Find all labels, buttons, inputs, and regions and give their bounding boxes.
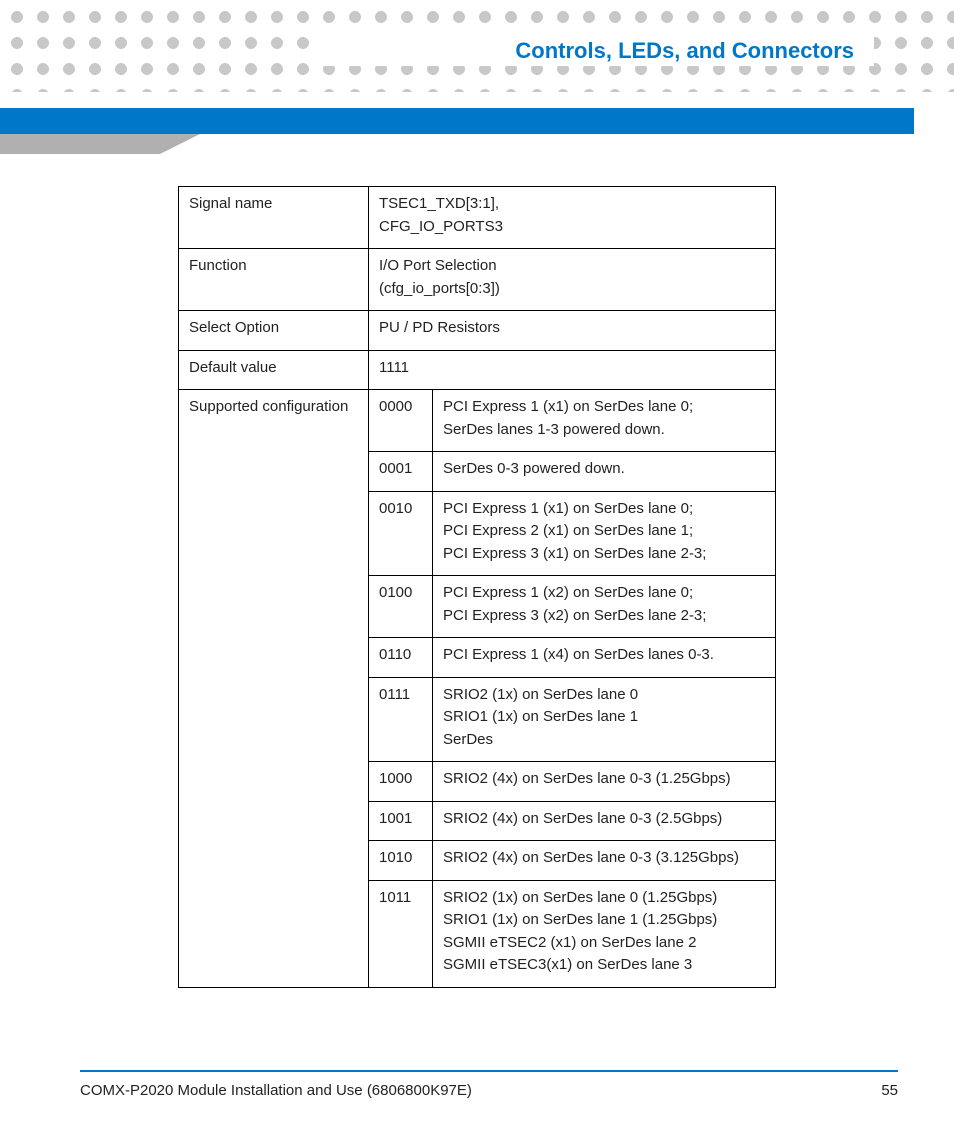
cell-config-code: 0110 <box>369 638 433 678</box>
cell-config-desc: SRIO2 (1x) on SerDes lane 0 (1.25Gbps)SR… <box>433 880 776 987</box>
cell-config-code: 1011 <box>369 880 433 987</box>
footer-doc-title: COMX-P2020 Module Installation and Use (… <box>80 1082 472 1099</box>
cell-config-code: 0000 <box>369 390 433 452</box>
cell-value: 1111 <box>369 350 776 390</box>
cell-config-desc: SRIO2 (4x) on SerDes lane 0-3 (3.125Gbps… <box>433 841 776 881</box>
cell-config-code: 1010 <box>369 841 433 881</box>
cell-value: PU / PD Resistors <box>369 311 776 351</box>
row-signal-name: Signal nameTSEC1_TXD[3:1],CFG_IO_PORTS3 <box>179 187 776 249</box>
cell-config-desc: SRIO2 (1x) on SerDes lane 0SRIO1 (1x) on… <box>433 677 776 762</box>
cell-config-code: 0111 <box>369 677 433 762</box>
cell-config-code: 0010 <box>369 491 433 576</box>
header-gray-wedge <box>0 134 200 154</box>
cell-supported-label: Supported configuration <box>179 390 369 988</box>
config-table-container: Signal nameTSEC1_TXD[3:1],CFG_IO_PORTS3F… <box>178 186 776 988</box>
cell-config-code: 1001 <box>369 801 433 841</box>
section-title: Controls, LEDs, and Connectors <box>515 38 854 64</box>
cell-config-desc: PCI Express 1 (x4) on SerDes lanes 0-3. <box>433 638 776 678</box>
cell-config-desc: PCI Express 1 (x1) on SerDes lane 0;PCI … <box>433 491 776 576</box>
cell-config-desc: SerDes 0-3 powered down. <box>433 452 776 492</box>
row-default-value: Default value1111 <box>179 350 776 390</box>
cell-label: Signal name <box>179 187 369 249</box>
row-config: Supported configuration0000PCI Express 1… <box>179 390 776 452</box>
cell-label: Select Option <box>179 311 369 351</box>
cell-config-desc: SRIO2 (4x) on SerDes lane 0-3 (1.25Gbps) <box>433 762 776 802</box>
cell-label: Function <box>179 249 369 311</box>
cell-label: Default value <box>179 350 369 390</box>
cell-config-code: 0001 <box>369 452 433 492</box>
row-select-option: Select OptionPU / PD Resistors <box>179 311 776 351</box>
cell-config-desc: SRIO2 (4x) on SerDes lane 0-3 (2.5Gbps) <box>433 801 776 841</box>
cell-value: I/O Port Selection (cfg_io_ports[0:3]) <box>369 249 776 311</box>
cell-config-code: 1000 <box>369 762 433 802</box>
config-table: Signal nameTSEC1_TXD[3:1],CFG_IO_PORTS3F… <box>178 186 776 988</box>
cell-config-desc: PCI Express 1 (x1) on SerDes lane 0;SerD… <box>433 390 776 452</box>
cell-value: TSEC1_TXD[3:1],CFG_IO_PORTS3 <box>369 187 776 249</box>
footer-page-number: 55 <box>881 1082 898 1099</box>
row-function: FunctionI/O Port Selection (cfg_io_ports… <box>179 249 776 311</box>
cell-config-code: 0100 <box>369 576 433 638</box>
cell-config-desc: PCI Express 1 (x2) on SerDes lane 0;PCI … <box>433 576 776 638</box>
header-blue-bar <box>0 108 914 134</box>
page-footer: COMX-P2020 Module Installation and Use (… <box>80 1070 898 1099</box>
